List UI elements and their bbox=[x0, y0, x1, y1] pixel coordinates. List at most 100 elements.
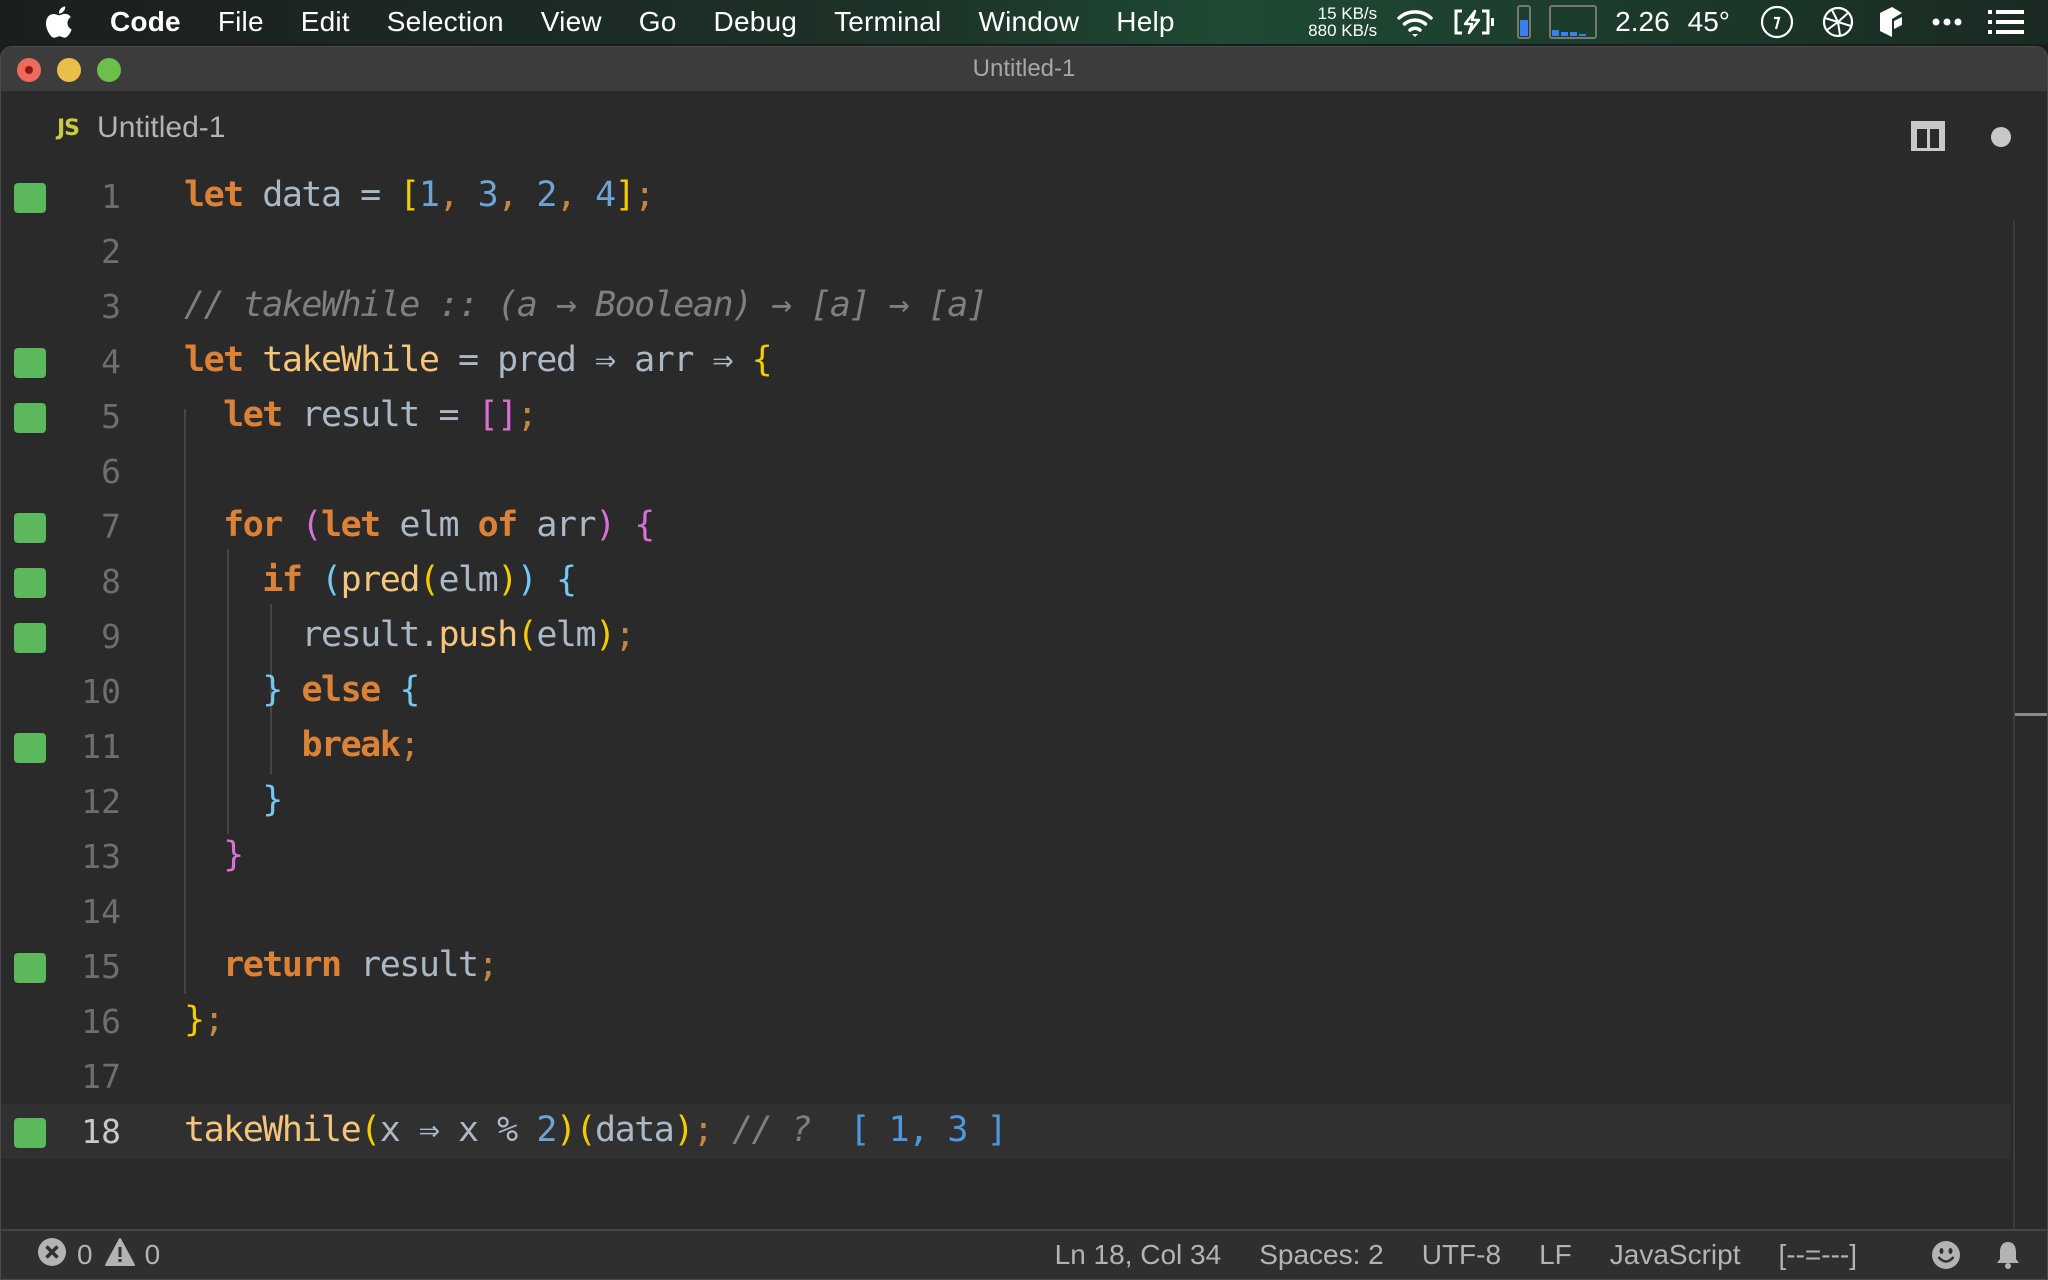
tab-untitled-1[interactable]: JS Untitled-1 bbox=[57, 111, 225, 145]
line-number: 15 bbox=[81, 947, 121, 986]
more-icon[interactable] bbox=[1932, 17, 1962, 27]
menubar-status-area: 15 KB/s 880 KB/s 2.26 45° bbox=[1308, 0, 2048, 44]
error-icon bbox=[37, 1237, 67, 1274]
title-bar[interactable]: Untitled-1 bbox=[1, 47, 2047, 91]
menu-file[interactable]: File bbox=[218, 6, 264, 38]
end-of-line[interactable]: LF bbox=[1539, 1239, 1572, 1271]
box-icon[interactable] bbox=[1878, 5, 1904, 39]
line-number: 6 bbox=[101, 452, 121, 491]
split-editor-icon[interactable] bbox=[1911, 121, 1945, 151]
minimize-window-button[interactable] bbox=[57, 58, 81, 82]
network-speed[interactable]: 15 KB/s 880 KB/s bbox=[1308, 5, 1377, 39]
line-number: 1 bbox=[101, 177, 121, 216]
cpu-temperature[interactable]: 45° bbox=[1688, 6, 1730, 38]
editor-tab-bar: JS Untitled-1 bbox=[1, 91, 2047, 169]
wifi-icon[interactable] bbox=[1395, 6, 1435, 38]
cpu-graph-icon[interactable] bbox=[1549, 5, 1598, 39]
apple-icon[interactable] bbox=[40, 4, 76, 40]
gutter-marker bbox=[14, 1118, 46, 1148]
code-line-6[interactable]: 6 bbox=[1, 444, 2011, 499]
aperture-icon[interactable] bbox=[1822, 6, 1854, 38]
code-line-8[interactable]: 8 if (pred(elm)) { bbox=[1, 554, 2011, 609]
clock-icon[interactable] bbox=[1760, 5, 1794, 39]
code-text: for (let elm of arr) { bbox=[223, 505, 655, 545]
code-line-15[interactable]: 15 return result; bbox=[1, 939, 2011, 994]
code-text: takeWhile(x ⇒ x % 2)(data); // ? [ 1, 3 … bbox=[184, 1110, 1008, 1150]
code-line-7[interactable]: 7 for (let elm of arr) { bbox=[1, 499, 2011, 554]
gutter-marker bbox=[14, 403, 46, 433]
menu-app-code[interactable]: Code bbox=[110, 6, 181, 38]
javascript-file-icon: JS bbox=[57, 115, 80, 141]
code-text: break; bbox=[301, 725, 420, 765]
menu-terminal[interactable]: Terminal bbox=[834, 6, 941, 38]
warning-icon bbox=[104, 1237, 135, 1273]
code-line-13[interactable]: 13 } bbox=[1, 829, 2011, 884]
gutter-marker bbox=[14, 733, 46, 763]
error-count: 0 bbox=[77, 1239, 93, 1270]
code-line-16[interactable]: 16 }; bbox=[1, 994, 2011, 1049]
extension-status[interactable]: [--=---] bbox=[1778, 1239, 1857, 1271]
unsaved-changes-dot-icon[interactable] bbox=[1991, 127, 2011, 147]
line-number: 7 bbox=[101, 507, 121, 546]
window-title: Untitled-1 bbox=[972, 55, 1076, 82]
maximize-window-button[interactable] bbox=[97, 58, 121, 82]
line-number: 17 bbox=[81, 1057, 121, 1096]
close-window-button[interactable] bbox=[17, 58, 41, 82]
net-upload: 15 KB/s bbox=[1317, 4, 1378, 23]
feedback-smiley-icon[interactable] bbox=[1931, 1240, 1961, 1270]
list-icon[interactable] bbox=[1988, 9, 2024, 35]
overview-ruler-scrollbar[interactable] bbox=[2013, 221, 2047, 1231]
problems-indicator[interactable]: 0 0 bbox=[37, 1237, 172, 1274]
code-text: result.push(elm); bbox=[184, 615, 635, 655]
code-line-11[interactable]: 11 break; bbox=[1, 719, 2011, 774]
gutter-marker bbox=[14, 183, 46, 213]
code-line-9[interactable]: 9 result.push(elm); bbox=[1, 609, 2011, 664]
menu-view[interactable]: View bbox=[541, 6, 602, 38]
gutter-marker bbox=[14, 513, 46, 543]
code-text: if (pred(elm)) { bbox=[262, 560, 577, 600]
line-number: 11 bbox=[81, 727, 121, 766]
battery-charging-icon[interactable] bbox=[1453, 8, 1499, 36]
code-line-4[interactable]: 4 let takeWhile = pred ⇒ arr ⇒ { bbox=[1, 334, 2011, 389]
menu-debug[interactable]: Debug bbox=[714, 6, 798, 38]
memory-meter-icon[interactable] bbox=[1517, 5, 1532, 39]
menu-help[interactable]: Help bbox=[1116, 6, 1174, 38]
code-text: return result; bbox=[223, 945, 498, 985]
code-line-3[interactable]: 3 // takeWhile :: (a → Boolean) → [a] → … bbox=[1, 279, 2011, 334]
line-number: 2 bbox=[101, 232, 121, 271]
code-line-2[interactable]: 2 bbox=[1, 224, 2011, 279]
gutter-marker bbox=[14, 348, 46, 378]
code-line-1[interactable]: 1 let data = [1, 3, 2, 4]; bbox=[1, 169, 2011, 224]
code-line-12[interactable]: 12 } bbox=[1, 774, 2011, 829]
code-line-5[interactable]: 5 let result = []; bbox=[1, 389, 2011, 444]
language-mode[interactable]: JavaScript bbox=[1610, 1239, 1741, 1271]
warning-count: 0 bbox=[144, 1239, 161, 1270]
load-average[interactable]: 2.26 bbox=[1615, 6, 1670, 38]
cursor-position[interactable]: Ln 18, Col 34 bbox=[1055, 1239, 1222, 1271]
menu-edit[interactable]: Edit bbox=[301, 6, 350, 38]
menu-go[interactable]: Go bbox=[639, 6, 677, 38]
code-text: let data = [1, 3, 2, 4]; bbox=[184, 175, 655, 215]
indentation-setting[interactable]: Spaces: 2 bbox=[1259, 1239, 1384, 1271]
gutter-marker bbox=[14, 623, 46, 653]
cursor-position-marker bbox=[2015, 713, 2047, 716]
status-bar: 0 0 Ln 18, Col 34 Spaces: 2 UTF-8 LF Jav… bbox=[1, 1229, 2047, 1279]
gutter-marker bbox=[14, 953, 46, 983]
window-controls bbox=[17, 58, 121, 82]
code-line-10[interactable]: 10 } else { bbox=[1, 664, 2011, 719]
code-text: let result = []; bbox=[223, 395, 538, 435]
code-line-14[interactable]: 14 bbox=[1, 884, 2011, 939]
quokka-result: [ 1, 3 ] bbox=[829, 1110, 1008, 1150]
code-editor[interactable]: 1 let data = [1, 3, 2, 4]; 2 3 // takeWh… bbox=[1, 169, 2047, 1231]
code-line-17[interactable]: 17 bbox=[1, 1049, 2011, 1104]
file-encoding[interactable]: UTF-8 bbox=[1422, 1239, 1501, 1271]
code-text: } bbox=[223, 835, 244, 875]
menu-selection[interactable]: Selection bbox=[387, 6, 504, 38]
code-line-18-current[interactable]: 18 takeWhile(x ⇒ x % 2)(data); // ? [ 1,… bbox=[1, 1104, 2011, 1159]
menu-window[interactable]: Window bbox=[978, 6, 1079, 38]
code-text: let takeWhile = pred ⇒ arr ⇒ { bbox=[184, 340, 773, 380]
line-number: 16 bbox=[81, 1002, 121, 1041]
vscode-window: Untitled-1 JS Untitled-1 1 let data = [1… bbox=[0, 46, 2048, 1280]
notifications-bell-icon[interactable] bbox=[1995, 1240, 2021, 1270]
line-number: 12 bbox=[81, 782, 121, 821]
